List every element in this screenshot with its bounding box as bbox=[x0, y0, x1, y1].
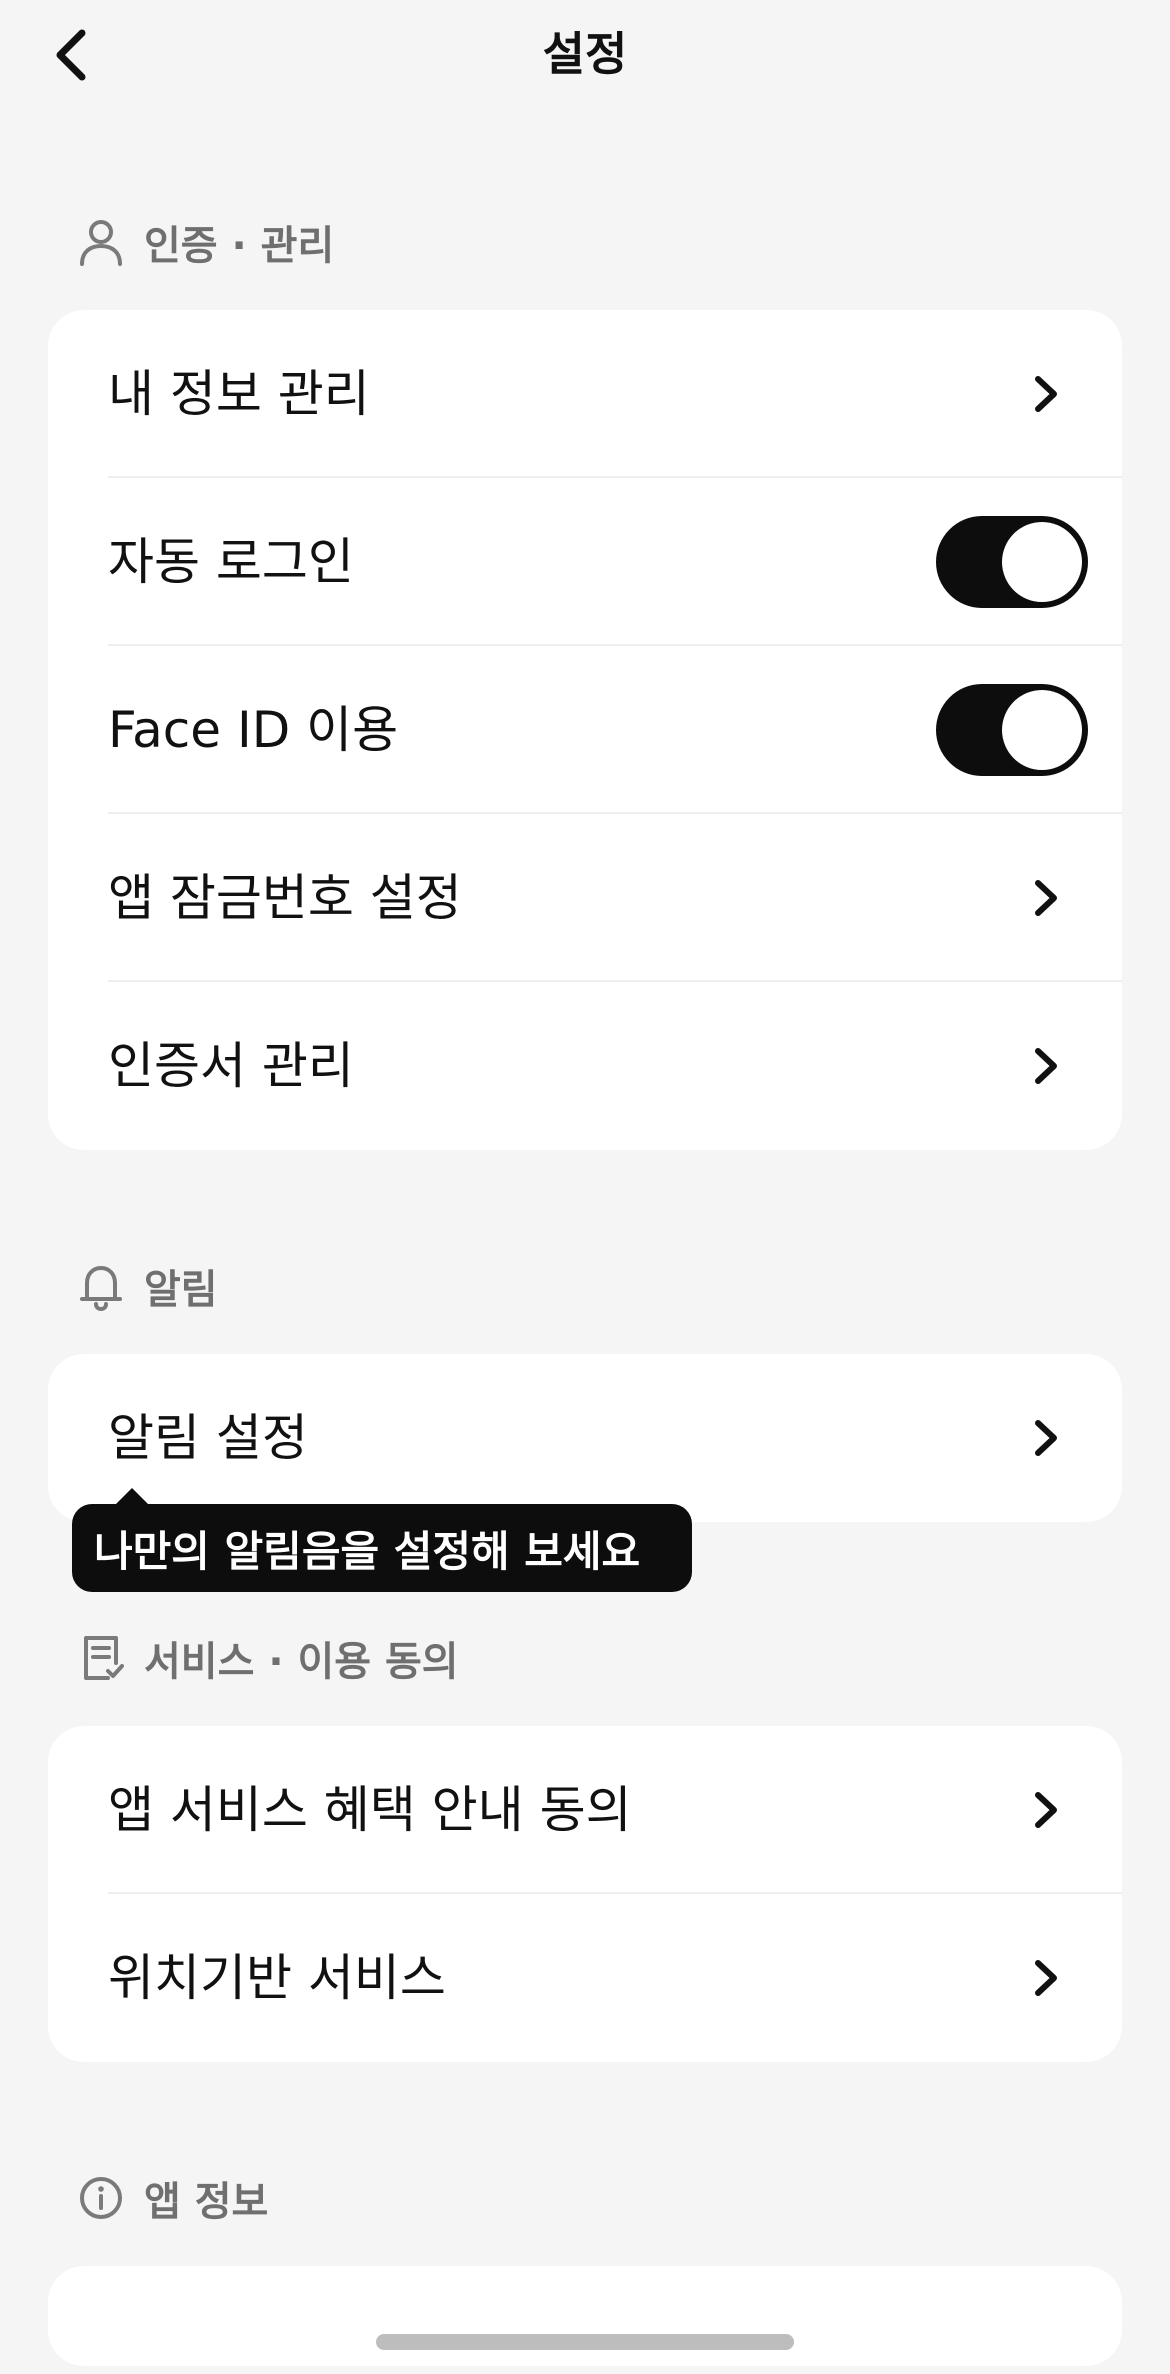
top-bar: 설정 bbox=[0, 0, 1170, 110]
document-check-icon bbox=[78, 1633, 124, 1683]
section-title-notifications: 알림 bbox=[144, 1267, 218, 1313]
row-label: 앱 잠금번호 설정 bbox=[108, 869, 462, 927]
section-header-notifications: 알림 bbox=[78, 1256, 218, 1316]
row-location-service[interactable]: 위치기반 서비스 bbox=[48, 1894, 1122, 2062]
row-marketing-consent[interactable]: 앱 서비스 혜택 안내 동의 bbox=[48, 1726, 1122, 1894]
chevron-right-icon bbox=[1026, 1952, 1066, 2004]
chevron-right-icon bbox=[1026, 1784, 1066, 1836]
row-certificate[interactable]: 인증서 관리 bbox=[48, 982, 1122, 1150]
card-service: 앱 서비스 혜택 안내 동의 위치기반 서비스 bbox=[48, 1726, 1122, 2062]
info-icon bbox=[78, 2173, 124, 2223]
card-auth: 내 정보 관리 자동 로그인 Face ID 이용 앱 잠금번호 설정 인증서 … bbox=[48, 310, 1122, 1150]
card-notifications: 알림 설정 bbox=[48, 1354, 1122, 1522]
section-title-service: 서비스 · 이용 동의 bbox=[144, 1639, 459, 1685]
section-header-auth: 인증 · 관리 bbox=[78, 212, 334, 272]
row-face-id: Face ID 이용 bbox=[48, 646, 1122, 814]
row-label: 알림 설정 bbox=[108, 1409, 308, 1467]
chevron-right-icon bbox=[1026, 872, 1066, 924]
bell-icon bbox=[78, 1261, 124, 1311]
row-label: 자동 로그인 bbox=[108, 533, 354, 591]
card-app-info bbox=[48, 2266, 1122, 2366]
toggle-knob bbox=[1002, 690, 1082, 770]
row-notification-settings[interactable]: 알림 설정 bbox=[48, 1354, 1122, 1522]
row-label: 인증서 관리 bbox=[108, 1037, 354, 1095]
toggle-knob bbox=[1002, 522, 1082, 602]
section-title-app-info: 앱 정보 bbox=[144, 2179, 269, 2225]
section-title-auth: 인증 · 관리 bbox=[144, 223, 335, 269]
row-my-info[interactable]: 내 정보 관리 bbox=[48, 310, 1122, 478]
row-app-lock[interactable]: 앱 잠금번호 설정 bbox=[48, 814, 1122, 982]
section-header-app-info: 앱 정보 bbox=[78, 2168, 268, 2228]
row-label: 내 정보 관리 bbox=[108, 365, 370, 423]
face-id-toggle[interactable] bbox=[936, 684, 1088, 776]
row-auto-login: 자동 로그인 bbox=[48, 478, 1122, 646]
chevron-right-icon bbox=[1026, 1040, 1066, 1092]
notification-tooltip: 나만의 알림음을 설정해 보세요 bbox=[72, 1504, 692, 1592]
home-indicator bbox=[376, 2334, 794, 2350]
user-icon bbox=[78, 217, 124, 267]
chevron-right-icon bbox=[1026, 1412, 1066, 1464]
page-title: 설정 bbox=[542, 27, 628, 81]
row-label: 앱 서비스 혜택 안내 동의 bbox=[108, 1781, 632, 1839]
chevron-right-icon bbox=[1026, 368, 1066, 420]
auto-login-toggle[interactable] bbox=[936, 516, 1088, 608]
row-label: Face ID 이용 bbox=[108, 701, 399, 759]
settings-page: 설정 인증 · 관리 내 정보 관리 자동 로그인 Face ID 이용 앱 잠… bbox=[0, 0, 1170, 2374]
section-header-service: 서비스 · 이용 동의 bbox=[78, 1628, 459, 1688]
row-label: 위치기반 서비스 bbox=[108, 1949, 446, 2007]
